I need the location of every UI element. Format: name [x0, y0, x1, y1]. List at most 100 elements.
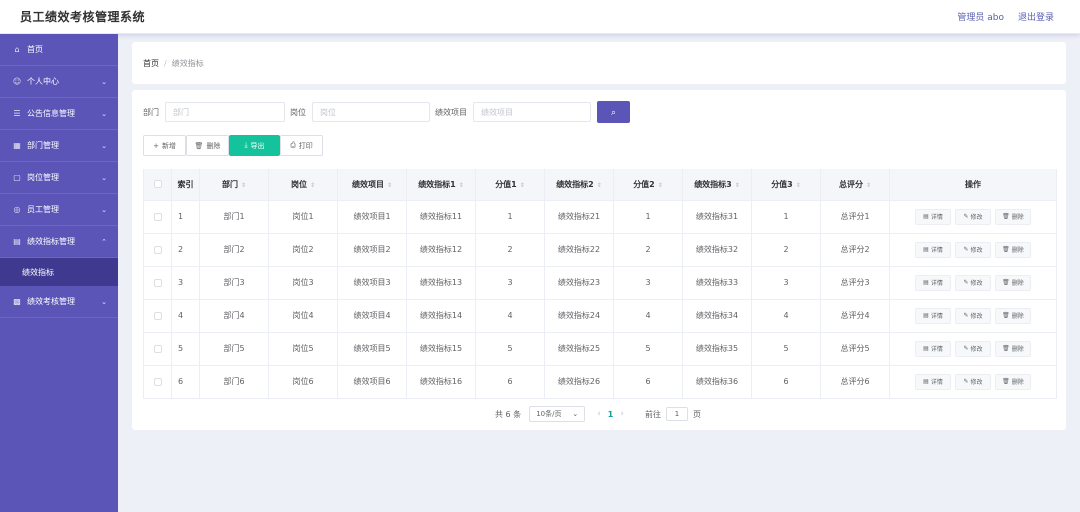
cell-post: 岗位1	[268, 200, 338, 234]
sort-icon[interactable]: ⇕	[658, 182, 663, 189]
table-row[interactable]: 5 部门5 岗位5 绩效项目5 绩效指标15 5 绩效指标25 5 绩效指标35 5 总评分5 ▤ 详情…	[143, 332, 1057, 366]
sidebar-item-kpi-management[interactable]: ▤ 绩效指标管理 ⌃	[0, 226, 118, 258]
edit-button[interactable]: ✎ 修改	[955, 241, 991, 258]
sidebar-item-label: 绩效考核管理	[27, 297, 75, 306]
sort-icon[interactable]: ⇕	[310, 182, 315, 189]
column-header-score2[interactable]: 分值2 ⇕	[613, 169, 683, 201]
edit-button[interactable]: ✎ 修改	[955, 208, 991, 225]
sidebar-subitem-kpi[interactable]: 绩效指标	[0, 258, 118, 286]
row-checkbox[interactable]	[153, 377, 162, 386]
detail-button[interactable]: ▤ 详情	[915, 274, 951, 291]
row-checkbox[interactable]	[153, 212, 162, 221]
detail-button-label: 详情	[930, 313, 943, 320]
row-select-cell	[143, 299, 172, 333]
logout-link[interactable]: 退出登录	[1018, 10, 1054, 23]
cell-dept: 部门4	[199, 299, 269, 333]
sidebar-item-departments[interactable]: ▦ 部门管理 ⌄	[0, 130, 118, 162]
breadcrumb-home[interactable]: 首页	[143, 58, 159, 69]
column-header-dept[interactable]: 部门 ⇕	[199, 169, 269, 201]
row-checkbox[interactable]	[153, 245, 162, 254]
pagination: 共 6 条 10条/页 ⌄ ‹ 1 › 前往 页	[495, 406, 701, 422]
row-delete-button-label: 删除	[1011, 214, 1024, 221]
column-header-score3[interactable]: 分值3 ⇕	[751, 169, 821, 201]
table-row[interactable]: 3 部门3 岗位3 绩效项目3 绩效指标13 3 绩效指标23 3 绩效指标33 3 总评分3 ▤ 详情…	[143, 266, 1057, 300]
sidebar-item-announcements[interactable]: ☰ 公告信息管理 ⌄	[0, 98, 118, 130]
sort-icon[interactable]: ⇕	[241, 182, 246, 189]
detail-button[interactable]: ▤ 详情	[915, 373, 951, 390]
detail-button[interactable]: ▤ 详情	[915, 208, 951, 225]
cell-kpi3: 绩效指标34	[682, 299, 752, 333]
row-delete-button[interactable]: 🗑 删除	[995, 373, 1031, 390]
column-header-kpi2[interactable]: 绩效指标2 ⇕	[544, 169, 614, 201]
table-row[interactable]: 1 部门1 岗位1 绩效项目1 绩效指标11 1 绩效指标21 1 绩效指标31 1 总评分1 ▤ 详情…	[143, 200, 1057, 234]
row-checkbox[interactable]	[153, 311, 162, 320]
edit-button[interactable]: ✎ 修改	[955, 373, 991, 390]
detail-button[interactable]: ▤ 详情	[915, 241, 951, 258]
table-row[interactable]: 4 部门4 岗位4 绩效项目4 绩效指标14 4 绩效指标24 4 绩效指标34 4 总评分4 ▤ 详情…	[143, 299, 1057, 333]
sort-icon[interactable]: ⇕	[459, 182, 464, 189]
export-button[interactable]: ⤓ 导出	[229, 135, 280, 156]
sort-icon[interactable]: ⇕	[597, 182, 602, 189]
add-button[interactable]: + 新增	[143, 135, 186, 156]
sidebar-item-posts[interactable]: ▢ 岗位管理 ⌄	[0, 162, 118, 194]
cell-index: 2	[171, 233, 200, 267]
detail-button-label: 详情	[930, 214, 943, 221]
sort-icon[interactable]: ⇕	[866, 182, 871, 189]
sidebar-item-assessment-management[interactable]: ▩ 绩效考核管理 ⌄	[0, 286, 118, 318]
detail-button[interactable]: ▤ 详情	[915, 340, 951, 357]
row-delete-button[interactable]: 🗑 删除	[995, 274, 1031, 291]
row-checkbox[interactable]	[153, 278, 162, 287]
dept-input[interactable]	[165, 102, 285, 122]
sort-icon[interactable]: ⇕	[520, 182, 525, 189]
next-page-button[interactable]: ›	[620, 409, 624, 419]
edit-button-label: 修改	[970, 280, 983, 287]
post-input[interactable]	[312, 102, 430, 122]
table-row[interactable]: 2 部门2 岗位2 绩效项目2 绩效指标12 2 绩效指标22 2 绩效指标32 2 总评分2 ▤ 详情…	[143, 233, 1057, 267]
sidebar-item-personal-center[interactable]: ☺ 个人中心 ⌄	[0, 66, 118, 98]
column-header-item[interactable]: 绩效项目 ⇕	[337, 169, 407, 201]
row-checkbox[interactable]	[153, 344, 162, 353]
column-header-score1[interactable]: 分值1 ⇕	[475, 169, 545, 201]
cell-score3: 6	[751, 365, 821, 399]
sidebar-item-employees[interactable]: ◎ 员工管理 ⌄	[0, 194, 118, 226]
edit-button-label: 修改	[970, 379, 983, 386]
detail-button[interactable]: ▤ 详情	[915, 307, 951, 324]
row-delete-button[interactable]: 🗑 删除	[995, 208, 1031, 225]
row-delete-button[interactable]: 🗑 删除	[995, 307, 1031, 324]
page-number-current[interactable]: 1	[608, 410, 614, 419]
edit-button[interactable]: ✎ 修改	[955, 307, 991, 324]
print-button[interactable]: ⎙ 打印	[280, 135, 323, 156]
edit-button[interactable]: ✎ 修改	[955, 274, 991, 291]
sort-icon[interactable]: ⇕	[796, 182, 801, 189]
column-header-post[interactable]: 岗位 ⇕	[268, 169, 338, 201]
sort-icon[interactable]: ⇕	[735, 182, 740, 189]
cell-index: 6	[171, 365, 200, 399]
row-delete-button[interactable]: 🗑 删除	[995, 241, 1031, 258]
user-name[interactable]: 管理员 abo	[957, 10, 1004, 23]
page-size-select[interactable]: 10条/页 ⌄	[529, 406, 586, 422]
export-button-label: 导出	[250, 141, 265, 150]
sidebar-item-label: 岗位管理	[27, 173, 59, 182]
sort-icon[interactable]: ⇕	[387, 182, 392, 189]
column-header-kpi1[interactable]: 绩效指标1 ⇕	[406, 169, 476, 201]
column-header-total[interactable]: 总评分 ⇕	[820, 169, 890, 201]
column-header-label: 绩效指标3	[694, 179, 732, 189]
edit-button[interactable]: ✎ 修改	[955, 340, 991, 357]
trash-icon: 🗑	[1002, 246, 1010, 253]
select-all-checkbox[interactable]	[153, 180, 162, 189]
table-header-row: 索引 部门 ⇕ 岗位 ⇕ 绩效项目 ⇕ 绩效指标1 ⇕ 分值1 ⇕ 绩效指标2 ⇕ 分值2 ⇕…	[143, 169, 1057, 201]
cell-dept: 部门1	[199, 200, 269, 234]
table-row[interactable]: 6 部门6 岗位6 绩效项目6 绩效指标16 6 绩效指标26 6 绩效指标36 6 总评分6 ▤ 详情…	[143, 365, 1057, 399]
column-header-kpi3[interactable]: 绩效指标3 ⇕	[682, 169, 752, 201]
cell-item: 绩效项目2	[337, 233, 407, 267]
delete-button[interactable]: 🗑 删除	[186, 135, 229, 156]
sidebar-item-home[interactable]: ⌂ 首页	[0, 34, 118, 66]
search-button[interactable]: ⌕	[597, 101, 630, 123]
prev-page-button[interactable]: ‹	[597, 409, 601, 419]
row-delete-button[interactable]: 🗑 删除	[995, 340, 1031, 357]
item-input[interactable]	[473, 102, 591, 122]
detail-button-label: 详情	[930, 379, 943, 386]
goto-page-input[interactable]	[665, 407, 688, 421]
edit-icon: ✎	[963, 345, 969, 352]
detail-icon: ▤	[923, 279, 929, 286]
